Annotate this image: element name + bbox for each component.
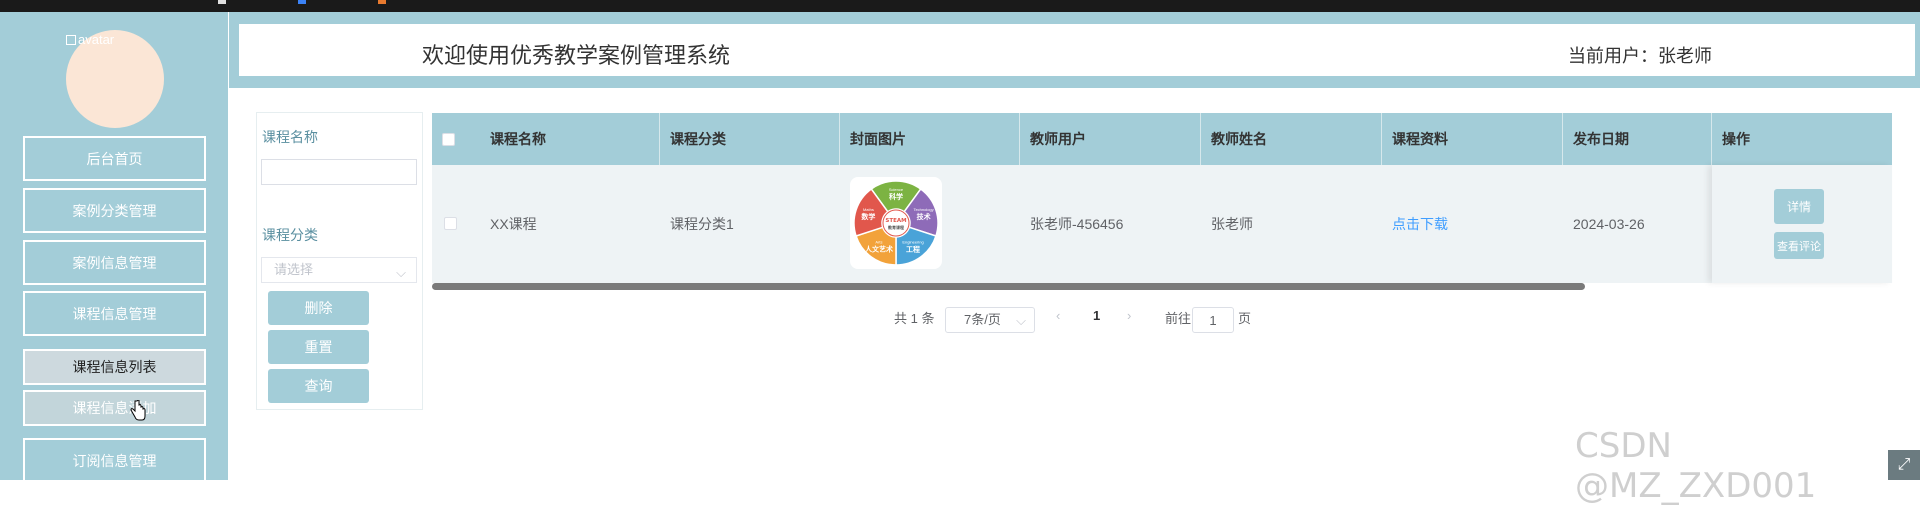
tab-mark	[298, 0, 306, 4]
table-header: 课程名称 课程分类 封面图片 教师用户 教师姓名 课程资料 发布日期 操作	[432, 113, 1892, 165]
row-checkbox[interactable]	[444, 217, 457, 230]
column-header: 课程资料	[1382, 113, 1563, 165]
page-size-value: 7条/页	[964, 312, 1001, 327]
steam-wheel-image: Science科学 Technology技术 Engineering工程 Arts人文…	[853, 180, 939, 266]
wheel-segment-cn-label: 技术	[917, 212, 931, 221]
column-header: 封面图片	[840, 113, 1020, 165]
search-panel: 课程名称 课程分类 请选择 ⌵ 删除 重置 查询	[256, 112, 423, 410]
column-header: 发布日期	[1563, 113, 1712, 165]
query-button[interactable]: 查询	[268, 369, 369, 403]
cell-category: 课程分类1	[670, 216, 734, 232]
wheel-segment-en-label: Technology	[913, 207, 933, 212]
sidebar: avatar 后台首页 案例分类管理 案例信息管理 课程信息管理 课程信息列表 …	[0, 12, 228, 483]
horizontal-scrollbar[interactable]	[432, 283, 1585, 290]
avatar-alt-text: avatar	[66, 32, 114, 47]
wheel-segment-cn-label: 科学	[889, 192, 903, 201]
prev-page-button[interactable]: ‹	[1056, 308, 1060, 323]
sidebar-item-course-info[interactable]: 课程信息管理	[23, 291, 206, 336]
sidebar-item-case-category[interactable]: 案例分类管理	[23, 188, 206, 233]
sidebar-item-label: 课程信息列表	[72, 359, 157, 375]
course-category-label: 课程分类	[262, 227, 318, 243]
page-size-select[interactable]: 7条/页 ⌵	[945, 307, 1035, 333]
reset-button[interactable]: 重置	[268, 330, 369, 364]
wheel-segment-en-label: Engineering	[902, 239, 923, 244]
column-header: 课程名称	[480, 113, 660, 165]
download-link[interactable]: 点击下载	[1382, 165, 1448, 283]
top-window-strip	[0, 0, 1920, 12]
sidebar-item-label: 后台首页	[86, 150, 143, 167]
broken-image-icon	[66, 35, 76, 45]
column-header: 操作	[1722, 131, 1750, 147]
sidebar-subitem-course-add[interactable]: 课程信息添加	[23, 390, 206, 426]
current-user: 当前用户：张老师	[1568, 46, 1712, 66]
chevron-down-icon: ⌵	[396, 265, 406, 280]
page-suffix: 页	[1238, 311, 1252, 326]
select-placeholder: 请选择	[274, 262, 314, 277]
page-title: 欢迎使用优秀教学案例管理系统	[422, 43, 731, 68]
select-all-checkbox[interactable]	[442, 133, 455, 146]
detail-button[interactable]: 详情	[1774, 189, 1824, 224]
resize-corner-icon: ⤢	[1888, 450, 1920, 480]
delete-button[interactable]: 删除	[268, 291, 369, 325]
cell-date: 2024-03-26	[1573, 216, 1645, 232]
sidebar-item-label: 案例分类管理	[72, 202, 157, 219]
watermark: CSDN @MZ_ZXD001	[1575, 426, 1817, 506]
cover-image[interactable]: Science 科学 Technology 技术 Engineering 工程 Arts 人文…	[850, 177, 942, 269]
tab-mark	[218, 0, 226, 4]
wheel-segment-cn-label: 人文艺术	[865, 244, 893, 253]
pagination-total: 共 1 条	[894, 311, 935, 326]
wheel-segment-en-label: Maths	[863, 207, 874, 212]
sidebar-item-home[interactable]: 后台首页	[23, 136, 206, 181]
wheel-center-label: STEAM	[885, 218, 906, 224]
table-row: XX课程 课程分类1 Science 科学 Technology 技术 Engineer…	[432, 165, 1892, 283]
goto-page-input[interactable]	[1192, 307, 1234, 333]
sidebar-item-subscription[interactable]: 订阅信息管理	[23, 438, 206, 483]
cell-teacher-name: 张老师	[1211, 216, 1253, 232]
course-name-label: 课程名称	[262, 129, 318, 145]
cell-course-name: XX课程	[490, 216, 537, 232]
tab-mark	[378, 0, 386, 4]
wheel-center-label: 教育课程	[887, 224, 904, 230]
wheel-segment-cn-label: 工程	[906, 244, 920, 253]
wheel-segment-cn-label: 数学	[861, 212, 875, 221]
course-name-input[interactable]	[261, 159, 417, 185]
column-header: 课程分类	[660, 113, 840, 165]
wheel-segment-en-label: Science	[889, 187, 904, 192]
page-number-current[interactable]: 1	[1093, 308, 1100, 323]
column-header: 教师用户	[1020, 113, 1201, 165]
avatar-alt-label: avatar	[78, 32, 115, 47]
sidebar-subitem-course-list[interactable]: 课程信息列表	[23, 349, 206, 385]
course-category-select[interactable]: 请选择 ⌵	[261, 257, 417, 283]
next-page-button[interactable]: ›	[1127, 308, 1131, 323]
hand-cursor-icon	[130, 400, 146, 421]
chevron-down-icon: ⌵	[1016, 313, 1026, 328]
sidebar-item-label: 订阅信息管理	[72, 452, 157, 469]
operations-cell: 详情 查看评论	[1712, 165, 1892, 283]
column-header: 教师姓名	[1201, 113, 1382, 165]
goto-label: 前往	[1165, 311, 1192, 326]
wheel-segment-en-label: Arts	[875, 239, 882, 244]
sidebar-item-label: 课程信息管理	[72, 305, 157, 322]
cell-teacher-user: 张老师-456456	[1030, 216, 1124, 232]
sidebar-item-case-info[interactable]: 案例信息管理	[23, 240, 206, 285]
sidebar-item-label: 案例信息管理	[72, 254, 157, 271]
view-comments-button[interactable]: 查看评论	[1774, 232, 1824, 259]
